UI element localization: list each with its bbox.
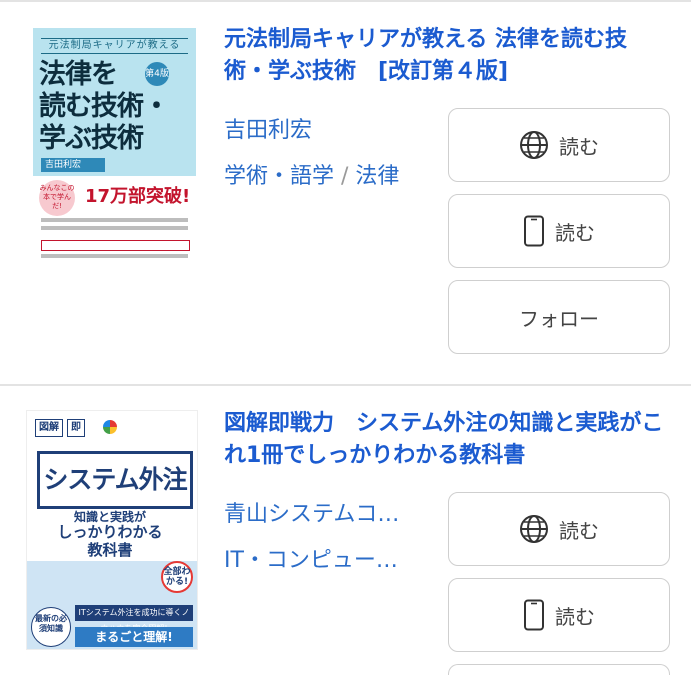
book-author[interactable]: 吉田利宏 xyxy=(224,112,312,144)
cover-tag: 即 xyxy=(67,419,85,437)
follow-button[interactable]: フォロー xyxy=(448,280,670,354)
globe-icon xyxy=(520,515,548,543)
button-label: 読む xyxy=(555,220,595,245)
smartphone-icon xyxy=(524,215,544,247)
book-title[interactable]: 図解即戦力 システム外注の知識と実践がこれ1冊でしっかりわかる教科書 xyxy=(224,408,664,472)
read-in-app-button[interactable]: 読む xyxy=(448,194,670,268)
read-in-browser-button[interactable]: 読む xyxy=(448,492,670,566)
book-category: 学術・語学 / 法律 xyxy=(224,158,399,190)
cover-tag: 図解 xyxy=(35,419,63,437)
cover-subtitle: しっかりわかる xyxy=(57,523,163,541)
category-separator: / xyxy=(334,164,356,189)
button-label: 読む xyxy=(555,604,595,629)
button-label: 読む xyxy=(559,134,599,159)
book-cover[interactable]: 図解 即 戦力 システム外注 知識と実践が しっかりわかる 教科書 全部わかる!… xyxy=(26,410,198,650)
cover-title-line: 学ぶ技術 xyxy=(39,123,144,154)
button-label: フォロー xyxy=(519,306,599,331)
cover-stamp: みんなこの本で学んだ! xyxy=(39,180,75,216)
smartphone-icon xyxy=(524,599,544,631)
read-in-app-button[interactable]: 読む xyxy=(448,578,670,652)
cover-text-line xyxy=(41,226,188,230)
button-label: 読む xyxy=(559,518,599,543)
top-divider xyxy=(0,0,691,2)
cover-banner: ITシステム外注を成功に導くノウハウを完全図解! xyxy=(75,605,193,633)
book-cover[interactable]: 元法制局キャリアが教える 法律を 第4版 読む技術・ 学ぶ技術 吉田利宏 みんな… xyxy=(33,28,196,264)
cover-headline: 17万部突破! xyxy=(85,186,191,207)
category-link[interactable]: 学術・語学 xyxy=(224,164,334,189)
cover-title-line: 読む技術・ xyxy=(39,91,170,122)
follow-button-partial[interactable] xyxy=(448,664,670,675)
cover-author: 吉田利宏 xyxy=(41,158,105,172)
book-category[interactable]: IT・コンピュー… xyxy=(224,542,398,574)
cover-text-line xyxy=(41,218,188,222)
cover-left-badge: 最新の必須知識 xyxy=(31,607,71,647)
cover-highlight-box xyxy=(41,240,190,251)
cover-text-line xyxy=(41,254,188,258)
read-in-browser-button[interactable]: 読む xyxy=(448,108,670,182)
book-title[interactable]: 元法制局キャリアが教える 法律を読む技術・学ぶ技術 [改訂第４版] xyxy=(224,24,664,88)
cover-circle-badge: 全部わかる! xyxy=(161,561,193,593)
subcategory-link[interactable]: 法律 xyxy=(355,164,399,189)
cover-main-title: システム外注 xyxy=(37,451,193,509)
cover-subtitle: 教科書 xyxy=(87,541,133,559)
cover-series: 元法制局キャリアが教える xyxy=(41,38,188,54)
book-author[interactable]: 青山システムコ… xyxy=(224,496,399,528)
cover-color-icon xyxy=(103,420,117,434)
globe-icon xyxy=(520,131,548,159)
cover-edition-badge: 第4版 xyxy=(145,62,169,86)
item-divider xyxy=(0,384,691,386)
cover-bottom-text: まるごと理解! xyxy=(75,627,193,647)
